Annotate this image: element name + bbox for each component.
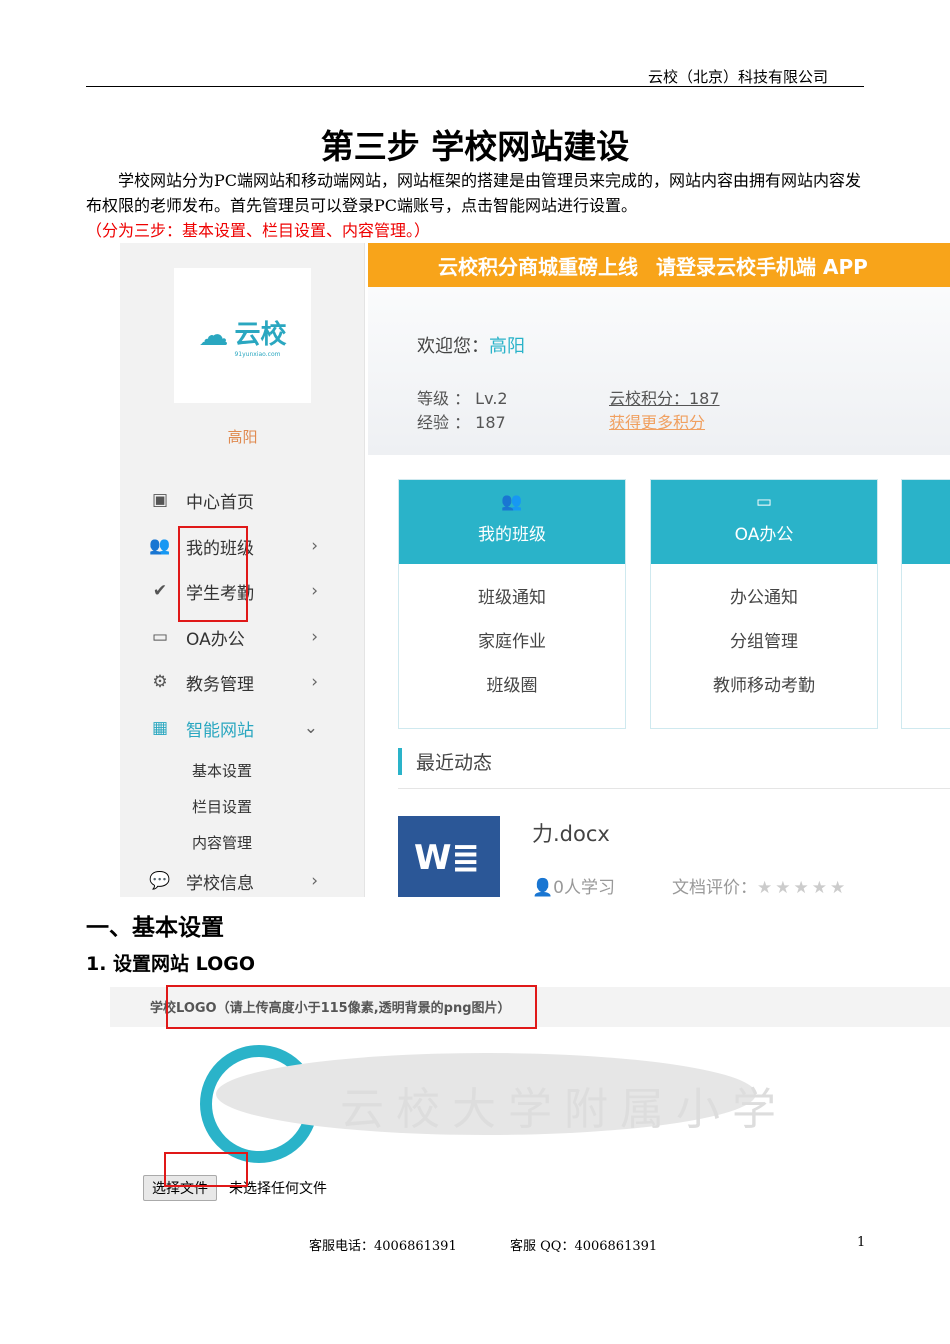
sidebar-item-academic[interactable]: ⚙ 教务管理 › — [148, 667, 318, 697]
header-divider — [86, 86, 864, 87]
intro-note: （分为三步：基本设置、栏目设置、内容管理。） — [86, 221, 431, 240]
card-partial[interactable] — [901, 479, 950, 729]
card-link[interactable]: 分组管理 — [651, 620, 877, 664]
word-doc-icon: W≣ — [398, 816, 500, 897]
chevron-right-icon: › — [311, 871, 318, 891]
rating-label: 文档评价： — [672, 878, 757, 897]
welcome-panel: 欢迎您：高阳 等级 ： Lv.2 经验 ： 187 云校积分：187 获得更多积… — [368, 287, 950, 455]
card-my-class[interactable]: 👥 我的班级 班级通知 家庭作业 班级圈 — [398, 479, 626, 729]
step-heading: 1. 设置网站 LOGO — [86, 953, 255, 975]
dashboard-screenshot: ☁ 云校 91yunxiao.com 高阳 ▣ 中心首页 👥 我的班级 › ✔ 学生考勤 › … — [120, 243, 950, 897]
footer-qq: 客服 QQ：4006861391 — [510, 1239, 658, 1254]
chevron-down-icon: ⌄ — [303, 718, 318, 738]
yunxiao-logo: ☁ 云校 91yunxiao.com — [174, 268, 311, 403]
page-header-company: 云校（北京）科技有限公司 — [647, 68, 828, 86]
welcome-name: 高阳 — [489, 336, 525, 357]
chat-icon: 💬 — [149, 871, 171, 891]
experience-text: 经验 ： 187 — [417, 413, 506, 432]
highlight-box — [178, 526, 248, 622]
card-link[interactable]: 教师移动考勤 — [651, 664, 877, 708]
star-rating[interactable]: ★★★★★ — [757, 878, 848, 897]
intro-paragraph: 学校网站分为PC端网站和移动端网站，网站框架的搭建是由管理员来完成的，网站内容由… — [86, 171, 862, 215]
card-link[interactable]: 办公通知 — [651, 576, 877, 620]
welcome-label: 欢迎您： — [417, 336, 489, 357]
logo-settings-screenshot: 学校LOGO（请上传高度小于115像素,透明背景的png图片） 云校大学附属小学… — [110, 985, 950, 1210]
card-link[interactable]: 家庭作业 — [399, 620, 625, 664]
page-number: 1 — [857, 1235, 866, 1250]
page-title: 第三步 学校网站建设 — [320, 127, 630, 166]
users-icon: 👥 — [501, 492, 523, 512]
card-link[interactable]: 班级圈 — [399, 664, 625, 708]
submenu-content-management[interactable]: 内容管理 — [192, 832, 252, 853]
submenu-column-settings[interactable]: 栏目设置 — [192, 796, 252, 817]
recent-activity-title: 最近动态 — [398, 748, 492, 775]
points-link[interactable]: 云校积分：187 — [609, 385, 720, 409]
chevron-right-icon: › — [311, 581, 318, 601]
section-heading: 一、基本设置 — [86, 915, 224, 941]
gear-icon: ⚙ — [152, 672, 168, 692]
level-text: 等级 ： Lv.2 — [417, 389, 508, 408]
grid-icon: ▦ — [151, 718, 169, 738]
chevron-right-icon: › — [311, 672, 318, 692]
card-oa[interactable]: ▭ OA办公 办公通知 分组管理 教师移动考勤 — [650, 479, 878, 729]
chevron-right-icon: › — [311, 627, 318, 647]
user-icon: 👤 — [532, 878, 554, 897]
more-points-link[interactable]: 获得更多积分 — [609, 409, 705, 433]
submenu-basic-settings[interactable]: 基本设置 — [192, 760, 252, 781]
user-card-icon: ▣ — [151, 490, 169, 510]
sidebar-username: 高阳 — [227, 428, 258, 446]
monitor-icon: ▭ — [151, 627, 169, 647]
monitor-icon: ▭ — [755, 492, 773, 512]
promo-banner[interactable]: 云校积分商城重磅上线 请登录云校手机端 APP — [368, 243, 950, 287]
sidebar-item-home[interactable]: ▣ 中心首页 — [148, 485, 318, 515]
footer-phone: 客服电话：4006861391 — [309, 1239, 457, 1254]
highlight-box — [164, 1152, 248, 1187]
doc-name[interactable]: 力.docx — [532, 818, 610, 848]
sidebar-item-oa[interactable]: ▭ OA办公 › — [148, 622, 318, 652]
school-name-logo: 云校大学附属小学 — [340, 1084, 788, 1135]
sidebar-item-school-info[interactable]: 💬 学校信息 › — [148, 866, 318, 896]
chevron-right-icon: › — [311, 536, 318, 556]
card-link[interactable]: 班级通知 — [399, 576, 625, 620]
doc-learners: 0人学习 — [553, 878, 615, 897]
divider — [398, 788, 950, 789]
sidebar-item-smart-website[interactable]: ▦ 智能网站 ⌄ — [148, 713, 318, 743]
users-icon: 👥 — [149, 536, 171, 556]
highlight-box — [166, 985, 537, 1029]
check-circle-icon: ✔ — [152, 581, 168, 601]
